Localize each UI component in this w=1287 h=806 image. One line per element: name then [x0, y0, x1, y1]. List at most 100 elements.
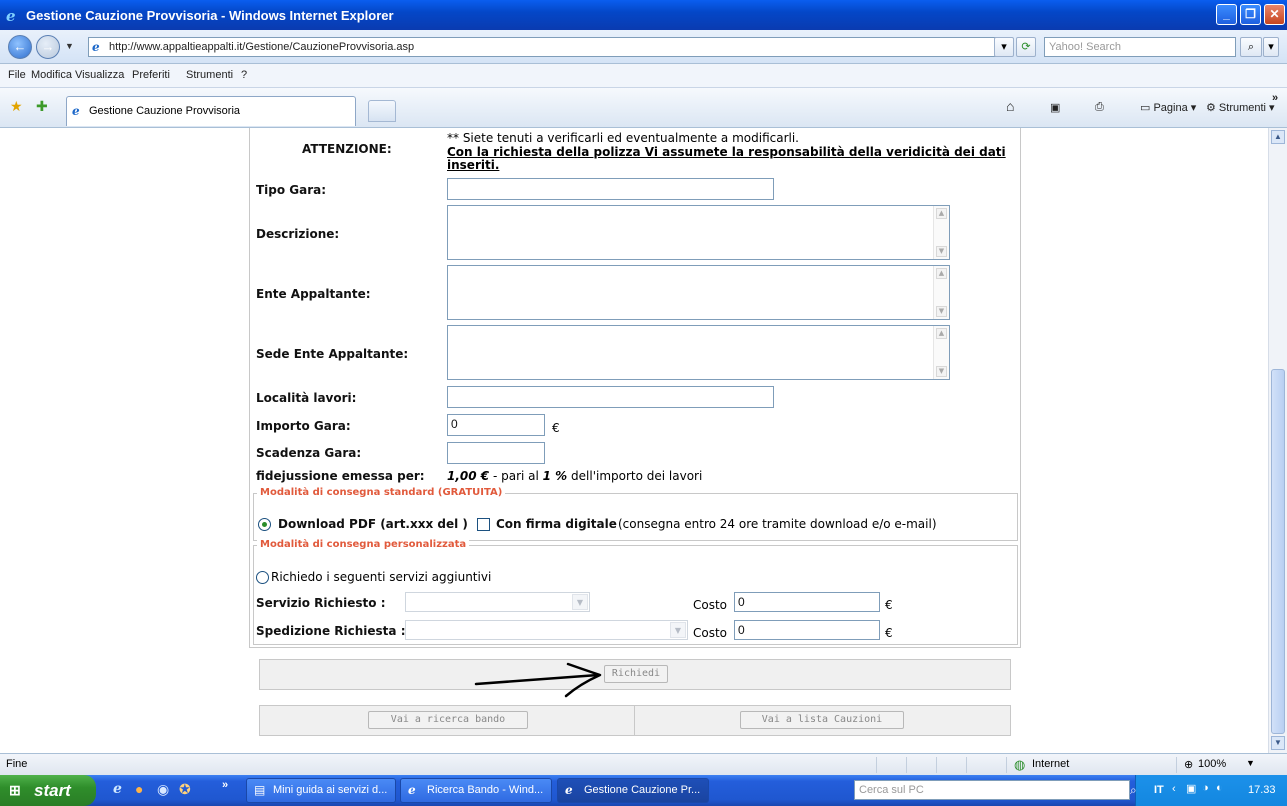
print-icon[interactable]: ⎙ — [1095, 101, 1104, 114]
ente-appaltante-textarea[interactable]: ▲ ▼ — [447, 265, 950, 320]
window-title: Gestione Cauzione Provvisoria - Windows … — [26, 8, 394, 23]
spedizione-chevron-down-icon[interactable]: ▼ — [670, 622, 686, 638]
attention-line2: Con la richiesta della polizza Vi assume… — [447, 145, 1006, 159]
desktop-search-input[interactable]: Cerca sul PC — [854, 780, 1130, 800]
spedizione-richiesta-select[interactable]: ▼ — [405, 620, 688, 640]
minimize-button[interactable]: _ — [1216, 4, 1237, 25]
document-icon: ▤ — [254, 783, 266, 797]
quicklaunch-ie-icon[interactable]: e — [113, 781, 122, 797]
lista-cauzioni-button[interactable]: Vai a lista Cauzioni — [740, 711, 904, 729]
system-tray: ⌕ IT ‹ ▣ ◑ ◐ 17.33 — [1130, 775, 1287, 806]
feeds-icon[interactable]: ▣ — [1050, 101, 1060, 114]
costo2-label: Costo — [693, 626, 728, 640]
status-bar: Fine ◍ Internet ⊕ 100% ▼ — [0, 753, 1287, 775]
network-icon[interactable]: ▣ — [1186, 782, 1196, 795]
zoom-dropdown-icon[interactable]: ▼ — [1246, 758, 1255, 768]
importo-input[interactable]: 0 — [447, 414, 545, 436]
costo1-currency: € — [885, 598, 893, 612]
taskbar: ⊞ start e ● ◉ ✪ » ▤ Mini guida ai serviz… — [0, 775, 1287, 806]
task-gestione-cauzione[interactable]: e Gestione Cauzione Pr... — [557, 778, 709, 803]
sede-ente-textarea[interactable]: ▲ ▼ — [447, 325, 950, 380]
servizio-richiesto-select[interactable]: ▼ — [405, 592, 590, 612]
menu-help[interactable]: ? — [241, 69, 247, 81]
scroll-down-icon[interactable]: ▼ — [1271, 736, 1285, 750]
task-gestione-label: Gestione Cauzione Pr... — [584, 784, 701, 796]
ente-scrollbar[interactable]: ▲ ▼ — [933, 266, 949, 319]
quicklaunch-overflow-icon[interactable]: » — [222, 779, 228, 791]
volume-icon[interactable]: ◑ — [1202, 782, 1209, 794]
sede-scrollbar[interactable]: ▲ ▼ — [933, 326, 949, 379]
localita-label: Località lavori: — [256, 391, 357, 405]
download-pdf-radio[interactable] — [258, 518, 271, 531]
menu-preferiti[interactable]: Preferiti — [132, 69, 170, 81]
fidejussione-label: fidejussione emessa per: — [256, 469, 425, 483]
zoom-level[interactable]: 100% — [1198, 758, 1226, 770]
refresh-icon[interactable]: ⟳ — [1016, 37, 1036, 57]
page-viewport: ATTENZIONE: ** Siete tenuti a verificarl… — [0, 128, 1268, 753]
status-seg-4 — [966, 757, 967, 773]
home-icon[interactable]: ⌂ — [1006, 98, 1014, 114]
tray-expand-icon[interactable]: ‹ — [1172, 783, 1176, 795]
servizio-chevron-down-icon[interactable]: ▼ — [572, 594, 588, 610]
address-dropdown-button[interactable]: ▾ — [994, 37, 1014, 57]
search-icon[interactable]: ⌕ — [1240, 37, 1262, 57]
status-seg-6 — [1176, 757, 1177, 773]
maximize-button[interactable]: ❐ — [1240, 4, 1261, 25]
localita-input[interactable] — [447, 386, 774, 408]
menu-file[interactable]: File — [8, 69, 26, 81]
menu-visualizza[interactable]: Visualizza — [75, 69, 124, 81]
quicklaunch-firefox-icon[interactable]: ● — [135, 781, 143, 797]
search-options-button[interactable]: ▾ — [1263, 37, 1279, 57]
history-dropdown-icon[interactable]: ▼ — [65, 41, 74, 51]
close-button[interactable]: ✕ — [1264, 4, 1285, 25]
clock[interactable]: 17.33 — [1248, 784, 1276, 796]
scroll-up-icon[interactable]: ▲ — [1271, 130, 1285, 144]
page-scrollbar[interactable]: ▲ ▼ — [1268, 128, 1287, 753]
address-url: http://www.appaltieappalti.it/Gestione/C… — [109, 41, 415, 53]
tab-label: Gestione Cauzione Provvisoria — [89, 105, 241, 117]
new-tab-button[interactable] — [368, 100, 396, 122]
menu-modifica[interactable]: Modifica — [31, 69, 72, 81]
costo1-label: Costo — [693, 598, 728, 612]
firma-digitale-checkbox[interactable] — [477, 518, 490, 531]
descrizione-label: Descrizione: — [256, 227, 340, 241]
costo2-input[interactable]: 0 — [734, 620, 880, 640]
strumenti-menu[interactable]: ⚙ Strumenti ▾ — [1206, 101, 1275, 114]
task-ricerca-bando-label: Ricerca Bando - Wind... — [427, 784, 544, 796]
scadenza-input[interactable] — [447, 442, 545, 464]
attention-line1: ** Siete tenuti a verificarli ed eventua… — [447, 131, 799, 145]
windows-flag-icon: ⊞ — [9, 782, 21, 798]
tab-gestione[interactable]: e Gestione Cauzione Provvisoria — [66, 96, 356, 126]
task-mini-guida[interactable]: ▤ Mini guida ai servizi d... — [246, 778, 396, 803]
descrizione-textarea[interactable]: ▲ ▼ — [447, 205, 950, 260]
descrizione-scrollbar[interactable]: ▲ ▼ — [933, 206, 949, 259]
web-search-input[interactable]: Yahoo! Search — [1044, 37, 1236, 57]
toolbar-overflow-icon[interactable]: » — [1272, 92, 1278, 104]
quicklaunch-media-icon[interactable]: ◉ — [157, 781, 169, 798]
spedizione-richiesta-label: Spedizione Richiesta : — [256, 624, 406, 638]
scroll-thumb[interactable] — [1271, 369, 1285, 734]
favorites-star-icon[interactable]: ★ — [10, 98, 23, 115]
tipo-gara-input[interactable] — [447, 178, 774, 200]
start-button[interactable]: ⊞ start — [0, 775, 96, 806]
download-pdf-label: Download PDF (art.xxx del ) — [278, 517, 468, 531]
costo1-input[interactable]: 0 — [734, 592, 880, 612]
status-seg-2 — [906, 757, 907, 773]
servizi-aggiuntivi-radio[interactable] — [256, 571, 269, 584]
address-input[interactable]: e http://www.appaltieappalti.it/Gestione… — [88, 37, 1010, 57]
navigation-divider — [634, 706, 635, 735]
richiedi-button[interactable]: Richiedi — [604, 665, 668, 683]
task-ricerca-bando[interactable]: e Ricerca Bando - Wind... — [400, 778, 552, 803]
forward-button[interactable]: → — [36, 35, 60, 59]
language-indicator[interactable]: IT — [1154, 784, 1164, 796]
zoom-icon[interactable]: ⊕ — [1184, 758, 1193, 771]
pagina-menu[interactable]: ▭ Pagina ▾ — [1140, 101, 1196, 114]
add-favorites-icon[interactable]: ✚ — [36, 98, 48, 115]
ricerca-bando-button[interactable]: Vai a ricerca bando — [368, 711, 528, 729]
quicklaunch-app-icon[interactable]: ✪ — [179, 781, 191, 798]
messenger-icon[interactable]: ◐ — [1216, 782, 1223, 794]
desktop-search-icon[interactable]: ⌕ — [1130, 783, 1137, 798]
menu-strumenti[interactable]: Strumenti — [186, 69, 233, 81]
start-label: start — [34, 781, 71, 800]
back-button[interactable]: ← — [8, 35, 32, 59]
